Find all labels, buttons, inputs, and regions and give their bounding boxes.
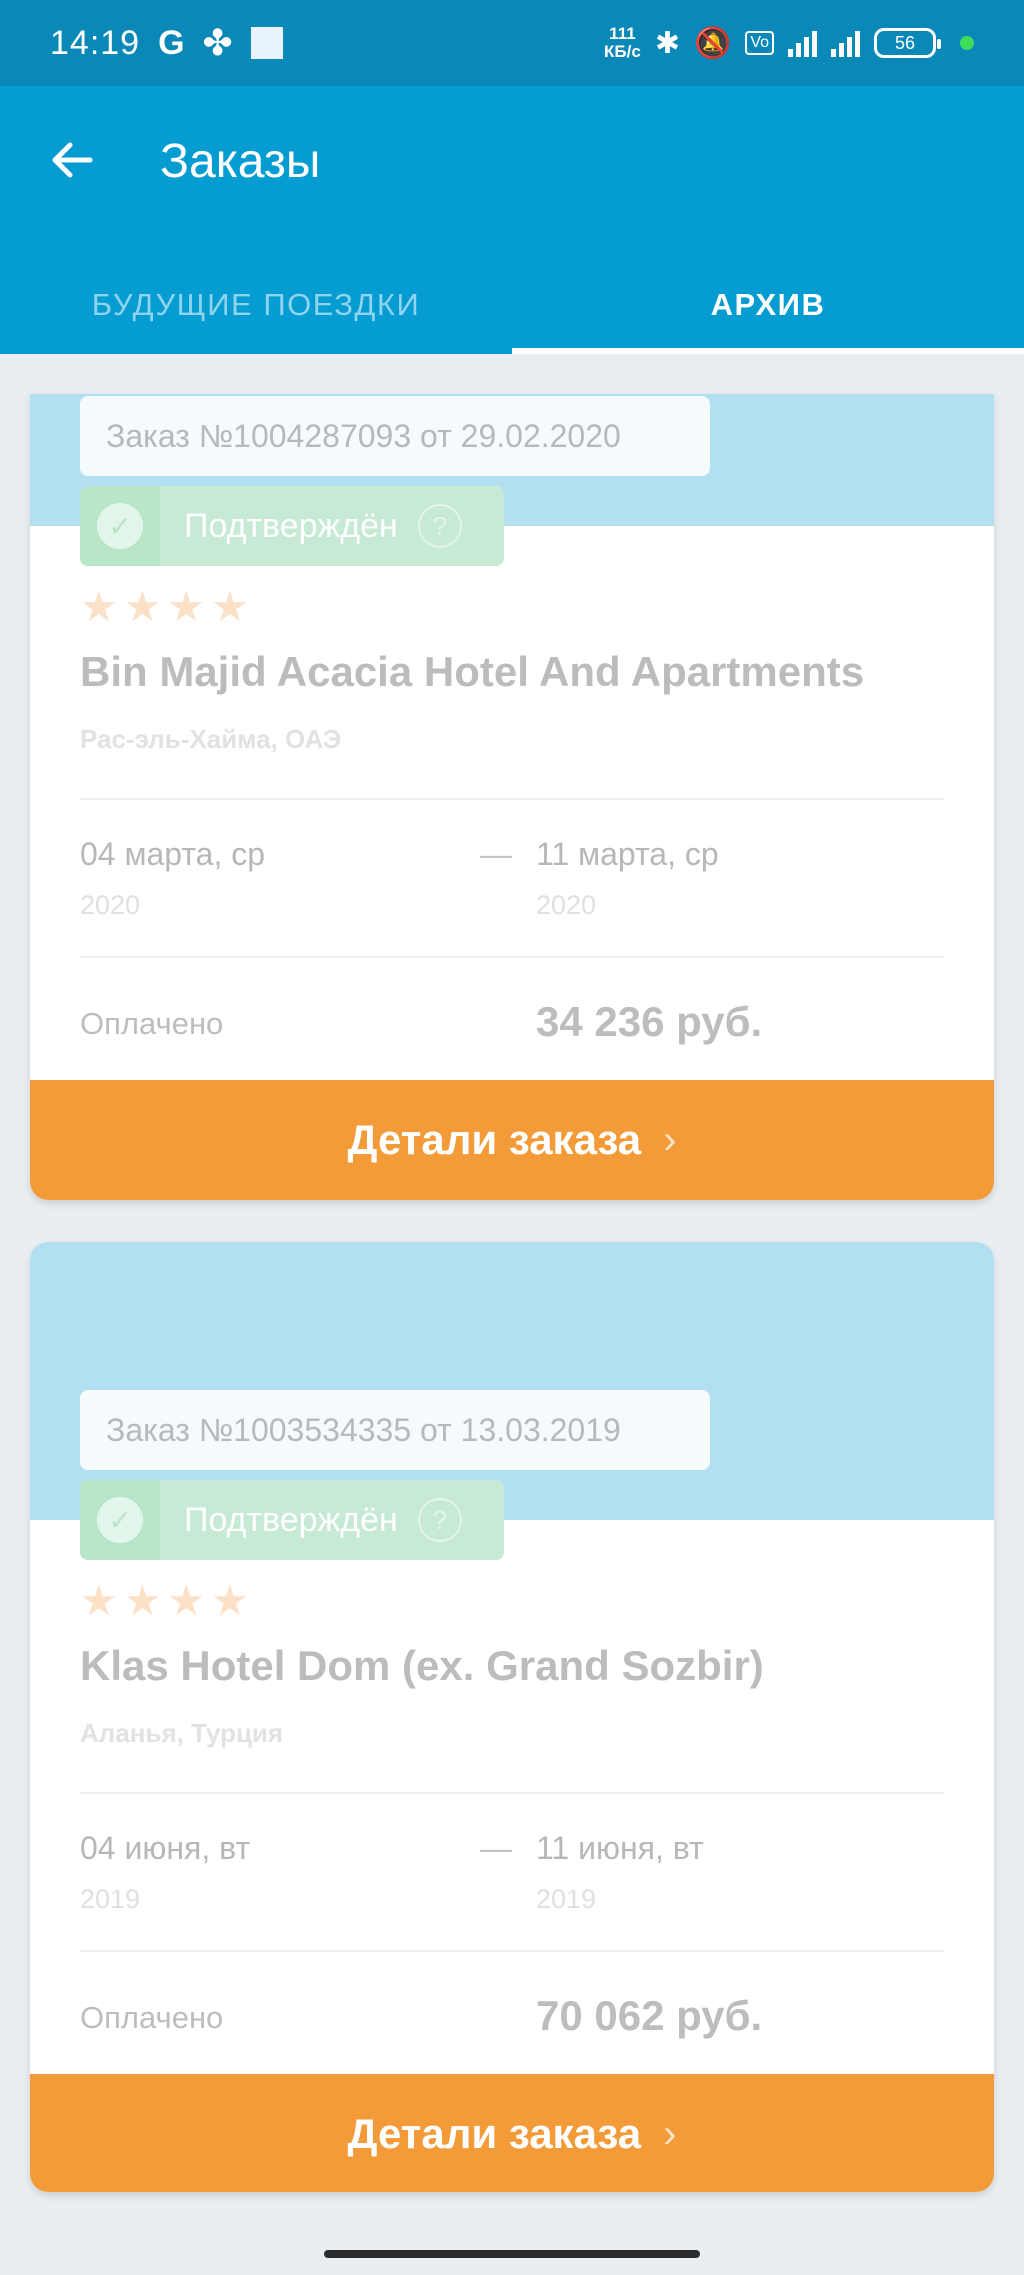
help-icon[interactable]: ? xyxy=(417,1498,462,1542)
paid-label: Оплачено xyxy=(80,1006,224,1041)
hotel-name[interactable]: Klas Hotel Dom (ex. Grand Sozbir) xyxy=(80,1642,764,1690)
back-button[interactable] xyxy=(44,132,100,188)
bluetooth-icon: ✱ xyxy=(654,26,680,60)
app-bar: Заказы БУДУЩИЕ ПОЕЗДКИ АРХИВ xyxy=(0,86,1024,354)
page-title: Заказы xyxy=(160,135,321,188)
checkout-year: 2019 xyxy=(536,1884,597,1914)
checkin-year: 2020 xyxy=(80,890,141,920)
divider xyxy=(80,798,944,800)
paid-label: Оплачено xyxy=(80,2000,224,2035)
muted-bell-icon: 🔕 xyxy=(693,26,732,60)
checkout-date: 11 марта, ср xyxy=(536,836,719,872)
order-number: Заказ №1004287093 от 29.02.2020 xyxy=(80,396,710,476)
status-text: Подтверждён xyxy=(184,506,398,545)
order-card: Заказ №1004287093 от 29.02.2020 ✓ Подтве… xyxy=(30,394,994,1200)
hotel-stars: ★ ★ ★ ★ xyxy=(80,1580,249,1622)
date-dash: — xyxy=(480,1830,512,1866)
signal-icon xyxy=(831,29,860,57)
status-bar: 14:19 G ✤ 111 КБ/с ✱ 🔕 Vo 56 xyxy=(0,0,1024,86)
chevron-right-icon: › xyxy=(663,1117,677,1162)
help-icon[interactable]: ? xyxy=(417,504,462,548)
network-speed-value: 111 xyxy=(609,24,636,43)
privacy-dot-icon xyxy=(960,36,974,50)
star-icon: ★ xyxy=(167,1577,205,1624)
paid-amount: 34 236 руб. xyxy=(536,998,763,1045)
divider xyxy=(80,1950,944,1952)
star-icon: ★ xyxy=(123,583,162,630)
order-details-label: Детали заказа xyxy=(347,2110,642,2157)
network-speed: 111 КБ/с xyxy=(604,25,641,61)
checkin-date: 04 июня, вт xyxy=(80,1830,251,1866)
order-details-button[interactable]: Детали заказа › xyxy=(30,1080,994,1200)
google-icon: G xyxy=(158,23,185,62)
paid-amount: 70 062 руб. xyxy=(536,1992,763,2039)
checkout-year: 2020 xyxy=(536,890,597,920)
fan-icon: ✤ xyxy=(202,22,233,63)
star-icon: ★ xyxy=(167,583,205,630)
hotel-location: Аланья, Турция xyxy=(80,1718,284,1748)
hotel-name[interactable]: Bin Majid Acacia Hotel And Apartments xyxy=(80,648,864,696)
network-speed-unit: КБ/с xyxy=(604,42,641,61)
status-time: 14:19 xyxy=(50,23,141,62)
star-icon: ★ xyxy=(80,583,118,630)
order-details-button[interactable]: Детали заказа › xyxy=(30,2074,994,2192)
order-details-label: Детали заказа xyxy=(347,1116,642,1163)
hotel-stars: ★ ★ ★ ★ xyxy=(80,586,249,628)
date-dash: — xyxy=(480,836,512,872)
star-icon: ★ xyxy=(123,1577,162,1624)
status-badge: ✓ Подтверждён ? xyxy=(80,486,504,566)
signal-4g-icon xyxy=(788,29,817,57)
star-icon: ★ xyxy=(210,583,249,630)
volte-icon: Vo xyxy=(745,31,774,55)
arrow-left-icon xyxy=(52,142,93,178)
check-icon: ✓ xyxy=(97,503,143,549)
star-icon: ★ xyxy=(80,1577,118,1624)
star-icon: ★ xyxy=(210,1577,249,1624)
divider xyxy=(80,1792,944,1794)
card-banner xyxy=(30,1242,994,1520)
divider xyxy=(80,956,944,958)
battery-icon: 56 xyxy=(874,28,941,58)
hotel-location: Рас-эль-Хайма, ОАЭ xyxy=(80,724,342,754)
status-badge: ✓ Подтверждён ? xyxy=(80,1480,504,1560)
checkin-date: 04 марта, ср xyxy=(80,836,266,872)
tab-active-indicator xyxy=(512,348,1024,354)
order-number: Заказ №1003534335 от 13.03.2019 xyxy=(80,1390,710,1470)
checkin-year: 2019 xyxy=(80,1884,141,1914)
battery-level: 56 xyxy=(894,32,916,53)
home-indicator[interactable] xyxy=(324,2250,700,2258)
tab-future-trips[interactable]: БУДУЩИЕ ПОЕЗДКИ xyxy=(0,256,512,354)
tab-archive[interactable]: АРХИВ xyxy=(512,256,1024,354)
check-icon: ✓ xyxy=(97,1497,143,1543)
status-text: Подтверждён xyxy=(184,1500,398,1539)
notification-square-icon xyxy=(250,27,283,59)
checkout-date: 11 июня, вт xyxy=(536,1830,704,1866)
tab-bar: БУДУЩИЕ ПОЕЗДКИ АРХИВ xyxy=(0,256,1024,354)
order-card: Заказ №1003534335 от 13.03.2019 ✓ Подтве… xyxy=(30,1242,994,2192)
chevron-right-icon: › xyxy=(663,2111,677,2156)
